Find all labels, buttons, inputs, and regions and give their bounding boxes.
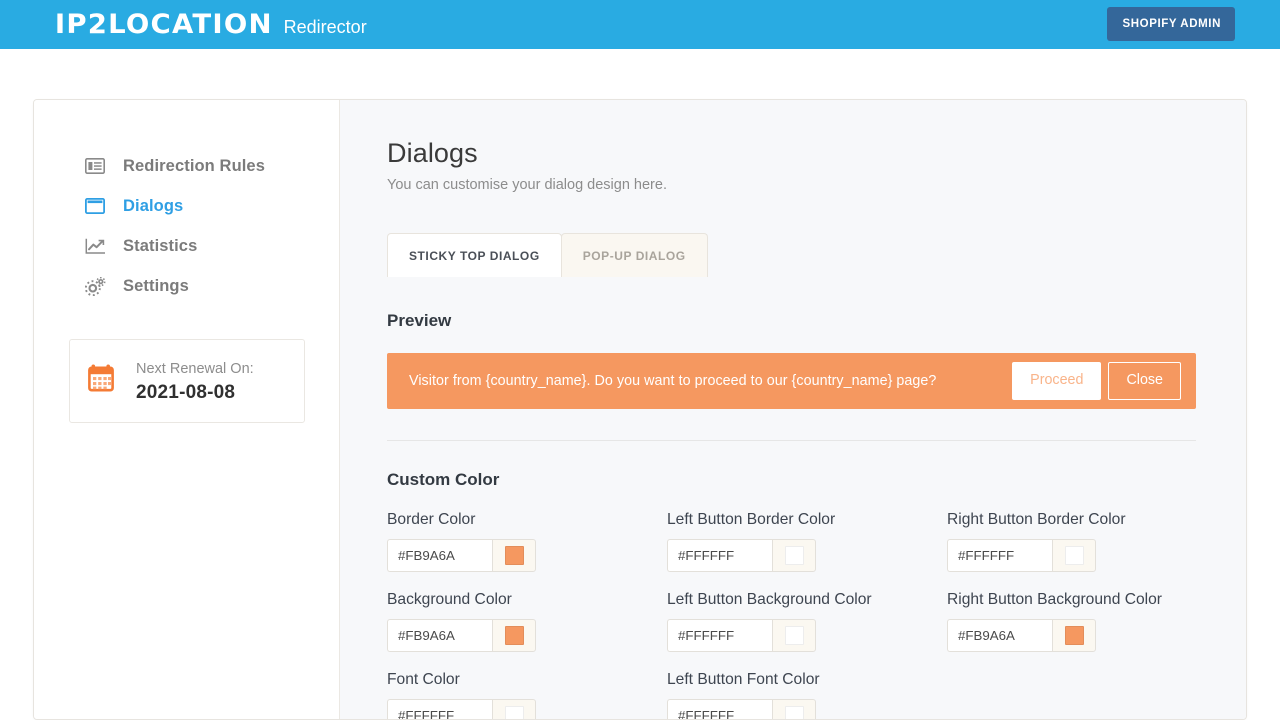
color-input-group [667, 539, 816, 572]
color-input-group [387, 619, 536, 652]
preview-heading: Preview [387, 311, 1196, 331]
page-container: Redirection Rules Dialogs [0, 49, 1280, 720]
preview-dialog-bar: Visitor from {country_name}. Do you want… [387, 353, 1196, 409]
dialog-tabs: STICKY TOP DIALOG POP-UP DIALOG [387, 233, 1196, 277]
custom-color-grid: Border Color Background Color [387, 510, 1196, 719]
line-chart-icon [84, 236, 106, 256]
tab-sticky-top-dialog[interactable]: STICKY TOP DIALOG [387, 233, 562, 277]
gears-icon [84, 276, 106, 296]
left-button-font-color-swatch-button[interactable] [772, 699, 816, 719]
color-input-group [667, 699, 816, 719]
custom-color-column-left-button: Left Button Border Color Left Button Bac… [667, 510, 947, 719]
color-swatch [1065, 546, 1084, 565]
field-label: Border Color [387, 510, 667, 530]
sidebar: Redirection Rules Dialogs [34, 100, 340, 719]
article-list-icon [84, 156, 106, 176]
preview-section: Preview Visitor from {country_name}. Do … [387, 311, 1196, 409]
background-color-swatch-button[interactable] [492, 619, 536, 652]
preview-message: Visitor from {country_name}. Do you want… [409, 373, 1012, 389]
color-swatch [1065, 626, 1084, 645]
sidebar-nav: Redirection Rules Dialogs [34, 146, 339, 306]
border-color-swatch-button[interactable] [492, 539, 536, 572]
field-right-button-border-color: Right Button Border Color [947, 510, 1196, 572]
font-color-swatch-button[interactable] [492, 699, 536, 719]
right-button-background-color-swatch-button[interactable] [1052, 619, 1096, 652]
font-color-input[interactable] [387, 699, 492, 719]
app-header: IP2LOCATION Redirector SHOPIFY ADMIN [0, 0, 1280, 49]
sidebar-item-label: Redirection Rules [123, 157, 265, 176]
sidebar-item-label: Settings [123, 277, 189, 296]
sidebar-item-label: Dialogs [123, 197, 183, 216]
page-title: Dialogs [387, 138, 1196, 169]
color-swatch [785, 546, 804, 565]
sidebar-item-dialogs[interactable]: Dialogs [34, 186, 339, 226]
color-input-group [387, 539, 536, 572]
field-label: Left Button Font Color [667, 670, 947, 690]
color-input-group [387, 699, 536, 719]
page-subtitle: You can customise your dialog design her… [387, 177, 1196, 193]
right-button-border-color-input[interactable] [947, 539, 1052, 572]
color-swatch [785, 626, 804, 645]
field-label: Background Color [387, 590, 667, 610]
left-button-border-color-input[interactable] [667, 539, 772, 572]
right-button-background-color-input[interactable] [947, 619, 1052, 652]
color-input-group [667, 619, 816, 652]
field-font-color: Font Color [387, 670, 667, 719]
field-left-button-background-color: Left Button Background Color [667, 590, 947, 652]
field-left-button-border-color: Left Button Border Color [667, 510, 947, 572]
shopify-admin-button[interactable]: SHOPIFY ADMIN [1107, 7, 1235, 41]
app-card: Redirection Rules Dialogs [33, 99, 1247, 720]
field-label: Right Button Border Color [947, 510, 1196, 530]
color-swatch [785, 706, 804, 719]
field-left-button-font-color: Left Button Font Color [667, 670, 947, 719]
renewal-text: Next Renewal On: 2021-08-08 [136, 358, 254, 404]
sidebar-item-settings[interactable]: Settings [34, 266, 339, 306]
field-border-color: Border Color [387, 510, 667, 572]
left-button-font-color-input[interactable] [667, 699, 772, 719]
custom-color-column-general: Border Color Background Color [387, 510, 667, 719]
color-swatch [505, 706, 524, 719]
field-label: Font Color [387, 670, 667, 690]
custom-color-column-right-button: Right Button Border Color Right Button B… [947, 510, 1196, 719]
sidebar-item-label: Statistics [123, 237, 197, 256]
left-button-border-color-swatch-button[interactable] [772, 539, 816, 572]
left-button-background-color-input[interactable] [667, 619, 772, 652]
color-input-group [947, 619, 1096, 652]
tab-pop-up-dialog[interactable]: POP-UP DIALOG [561, 233, 708, 277]
field-label: Left Button Border Color [667, 510, 947, 530]
calendar-icon [86, 362, 120, 401]
brand: IP2LOCATION Redirector [57, 11, 367, 38]
border-color-input[interactable] [387, 539, 492, 572]
preview-proceed-button[interactable]: Proceed [1012, 362, 1101, 400]
main-content: Dialogs You can customise your dialog de… [340, 100, 1246, 719]
preview-close-button[interactable]: Close [1108, 362, 1181, 400]
field-label: Left Button Background Color [667, 590, 947, 610]
product-name: Redirector [284, 18, 367, 36]
section-divider [387, 440, 1196, 441]
right-button-border-color-swatch-button[interactable] [1052, 539, 1096, 572]
field-right-button-background-color: Right Button Background Color [947, 590, 1173, 652]
sidebar-item-statistics[interactable]: Statistics [34, 226, 339, 266]
browser-window-icon [84, 196, 106, 216]
renewal-date: 2021-08-08 [136, 382, 254, 404]
sidebar-item-redirection-rules[interactable]: Redirection Rules [34, 146, 339, 186]
color-input-group [947, 539, 1096, 572]
ip2location-logo: IP2LOCATION [55, 11, 273, 38]
color-swatch [505, 546, 524, 565]
custom-color-heading: Custom Color [387, 470, 1196, 490]
next-renewal-card: Next Renewal On: 2021-08-08 [69, 339, 305, 423]
field-label: Right Button Background Color [947, 590, 1173, 610]
left-button-background-color-swatch-button[interactable] [772, 619, 816, 652]
field-background-color: Background Color [387, 590, 667, 652]
color-swatch [505, 626, 524, 645]
renewal-label: Next Renewal On: [136, 359, 254, 380]
background-color-input[interactable] [387, 619, 492, 652]
